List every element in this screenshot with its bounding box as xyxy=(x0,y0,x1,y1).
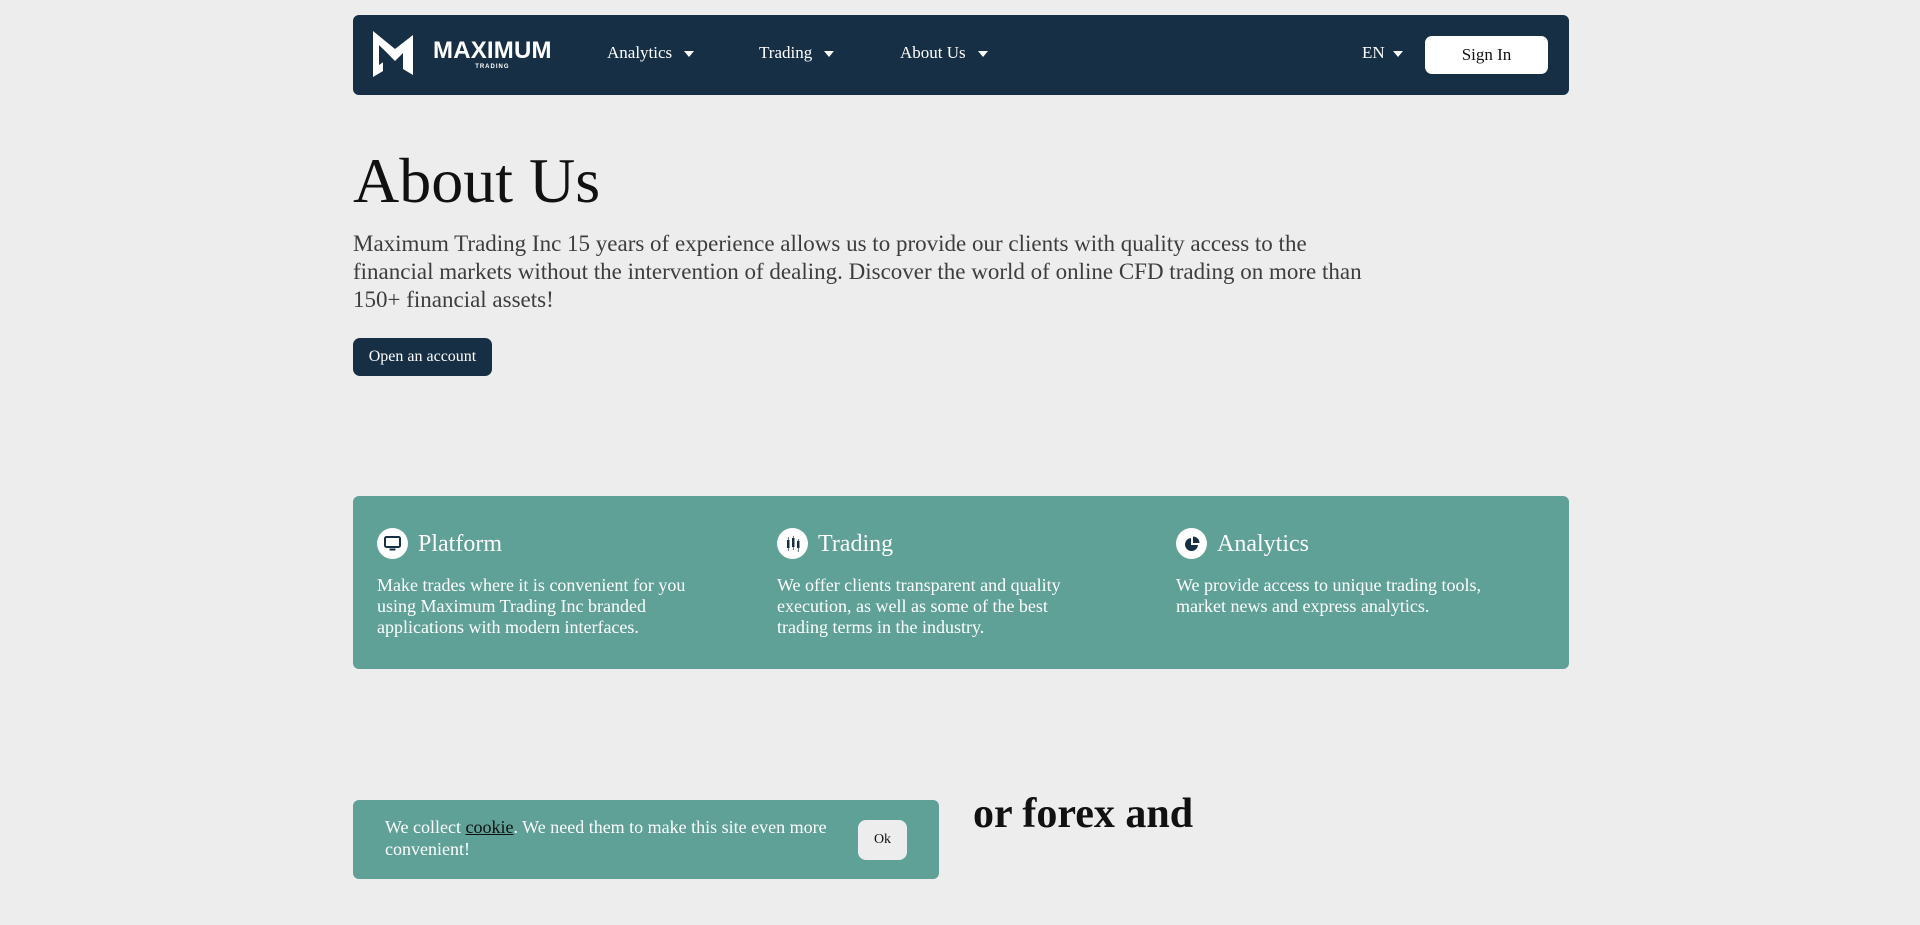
chevron-down-icon xyxy=(684,51,695,57)
features-panel: Platform Make trades where it is conveni… xyxy=(353,496,1569,669)
cookie-ok-button[interactable]: Ok xyxy=(858,820,907,860)
cookie-message: We collect cookie. We need them to make … xyxy=(385,816,855,860)
language-label: EN xyxy=(1362,43,1385,62)
nav-about-us-label: About Us xyxy=(900,43,966,62)
monitor-icon xyxy=(377,528,408,559)
feature-description: Make trades where it is convenient for y… xyxy=(377,575,686,637)
cookie-banner: We collect cookie. We need them to make … xyxy=(353,800,939,879)
cookie-policy-link[interactable]: cookie xyxy=(466,817,514,837)
nav-trading-label: Trading xyxy=(759,43,813,62)
pie-chart-icon xyxy=(1176,528,1207,559)
nav-about-us[interactable]: About Us xyxy=(900,43,988,63)
logo-subtext: TRADING xyxy=(475,64,510,70)
nav-analytics[interactable]: Analytics xyxy=(607,43,695,63)
feature-platform: Platform Make trades where it is conveni… xyxy=(377,528,707,638)
language-selector[interactable]: EN xyxy=(1362,43,1403,63)
intro-text: Maximum Trading Inc 15 years of experien… xyxy=(353,231,1362,312)
cookie-text-start: We collect xyxy=(385,817,466,837)
feature-title: Analytics xyxy=(1217,530,1309,557)
feature-description: We offer clients transparent and quality… xyxy=(777,575,1061,637)
chevron-down-icon xyxy=(1392,51,1403,57)
brand-logo[interactable]: MAXIMUM TRADING xyxy=(373,31,552,77)
nav-analytics-label: Analytics xyxy=(607,43,673,62)
feature-title: Trading xyxy=(818,530,894,557)
open-account-button[interactable]: Open an account xyxy=(353,338,492,376)
feature-trading: Trading We offer clients transparent and… xyxy=(777,528,1097,638)
top-navbar: MAXIMUM TRADING Analytics Trading About … xyxy=(353,15,1569,95)
feature-analytics: Analytics We provide access to unique tr… xyxy=(1176,528,1506,617)
feature-title: Platform xyxy=(418,530,502,557)
logo-mark-icon xyxy=(373,31,413,77)
nav-trading[interactable]: Trading xyxy=(759,43,835,63)
chevron-down-icon xyxy=(977,51,988,57)
chevron-down-icon xyxy=(824,51,835,57)
feature-description: We provide access to unique trading tool… xyxy=(1176,575,1481,616)
page-title: About Us xyxy=(353,145,601,216)
candlestick-icon xyxy=(777,528,808,559)
logo-text: MAXIMUM xyxy=(433,37,552,64)
sign-in-button[interactable]: Sign In xyxy=(1425,36,1548,74)
